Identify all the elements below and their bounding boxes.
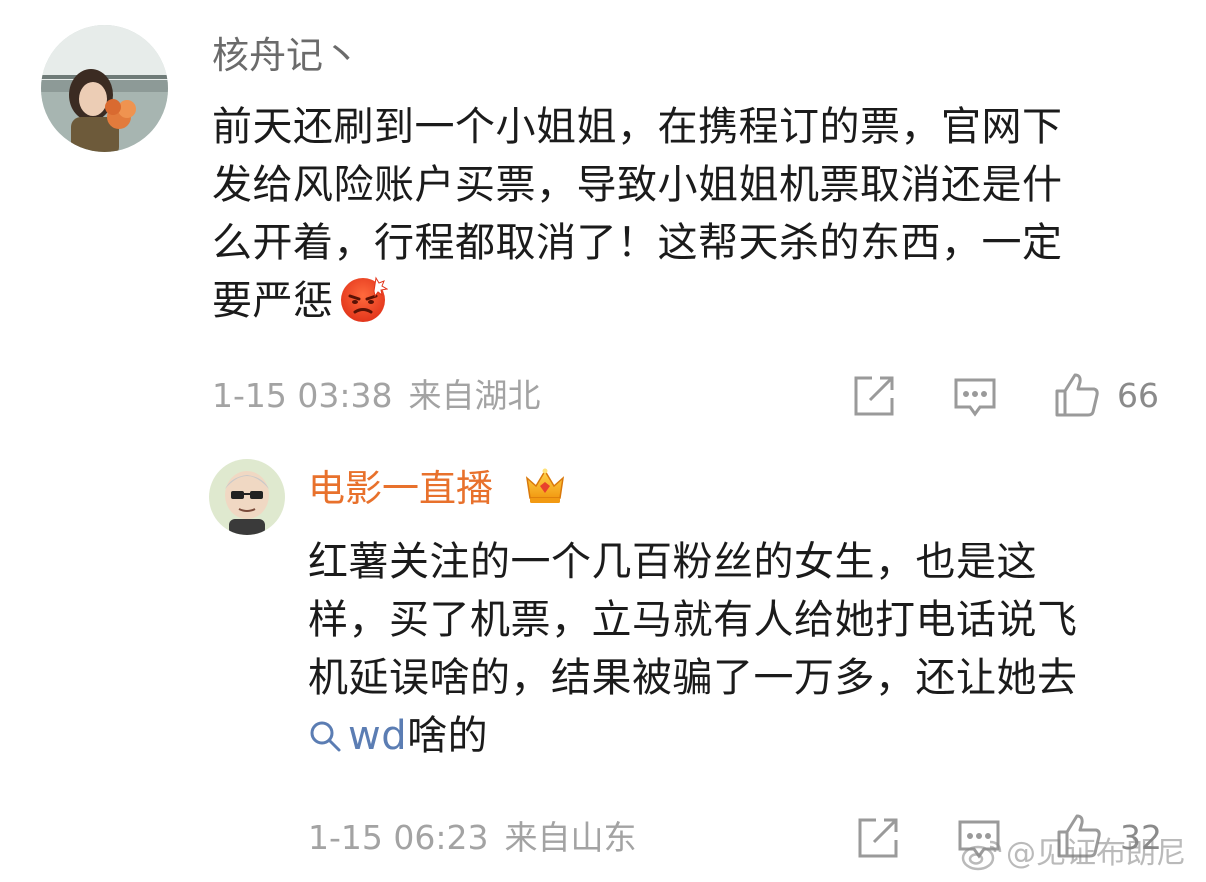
reply-body: 红薯关注的一个几百粉丝的女生，也是这 样，买了机票，立马就有人给她打电话说飞 机…: [308, 533, 1178, 765]
weibo-logo-icon: [960, 836, 1004, 872]
comment-line-text: 要严惩: [212, 278, 334, 324]
like-count: 66: [1117, 376, 1159, 415]
comment-username[interactable]: 核舟记丶: [212, 34, 360, 78]
watermark-text: @见证布朗尼: [1006, 836, 1186, 871]
comment-icon[interactable]: [953, 376, 997, 420]
share-icon[interactable]: [852, 374, 896, 418]
avatar-photo: [41, 25, 168, 152]
comment-line: 前天还刷到一个小姐姐，在携程订的票，官网下: [212, 104, 1063, 150]
comment-line: 么开着，行程都取消了！这帮天杀的东西，一定: [212, 220, 1063, 266]
comment-line-last: wd啥的: [308, 707, 1178, 765]
search-term: wd: [348, 713, 408, 759]
avatar[interactable]: [209, 459, 285, 535]
comment-line: 红薯关注的一个几百粉丝的女生，也是这: [308, 539, 1037, 585]
avatar-cartoon: [209, 459, 285, 535]
comment-line-text: 啥的: [407, 713, 489, 759]
comment-meta: 1-15 06:23 来自山东: [308, 818, 637, 858]
comment-time: 1-15 06:23: [308, 818, 489, 857]
share-icon[interactable]: [856, 816, 900, 860]
comment-location: 来自湖北: [408, 376, 541, 415]
crown-badge-icon: [524, 466, 566, 506]
comment-line: 发给风险账户买票，导致小姐姐机票取消还是什: [212, 162, 1063, 208]
comment-time: 1-15 03:38: [212, 376, 393, 415]
comment-location: 来自山东: [504, 818, 637, 857]
comment-line-last: 要严惩: [212, 272, 1172, 330]
comment-meta: 1-15 03:38 来自湖北: [212, 376, 541, 416]
angry-face-emoji: [338, 274, 388, 324]
comment-line: 机延误啥的，结果被骗了一万多，还让她去: [308, 655, 1078, 701]
search-icon: [308, 711, 342, 752]
search-topic-link[interactable]: wd: [308, 713, 407, 759]
comment-line: 样，买了机票，立马就有人给她打电话说飞: [308, 597, 1078, 643]
comment-username[interactable]: 电影一直播: [308, 467, 493, 511]
like-icon[interactable]: [1053, 371, 1101, 419]
avatar[interactable]: [41, 25, 168, 152]
comment-body: 前天还刷到一个小姐姐，在携程订的票，官网下 发给风险账户买票，导致小姐姐机票取消…: [212, 98, 1172, 330]
